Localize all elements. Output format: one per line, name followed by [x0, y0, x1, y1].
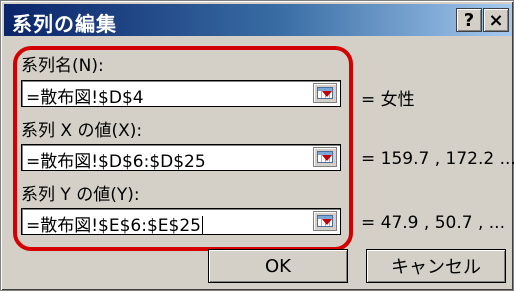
- series-y-field[interactable]: =散布図!$E$6:$E$25: [21, 208, 341, 235]
- series-y-value: =散布図!$E$6:$E$25: [26, 216, 201, 235]
- collapse-arrow-icon: [322, 219, 332, 225]
- collapse-arrow-icon: [322, 155, 332, 161]
- edit-series-dialog: 系列の編集 ? × 系列名(N): =散布図!$D$4 = 女性 系列 X の値…: [0, 0, 514, 291]
- series-x-collapse-button[interactable]: [313, 147, 337, 167]
- series-name-field[interactable]: =散布図!$D$4: [21, 80, 341, 107]
- series-x-label: 系列 X の値(X):: [21, 121, 143, 141]
- title-bar[interactable]: 系列の編集 ? ×: [4, 4, 512, 36]
- help-button[interactable]: ?: [456, 8, 482, 32]
- series-name-preview: = 女性: [361, 90, 415, 110]
- ok-button[interactable]: OK: [208, 249, 348, 283]
- text-caret: [201, 216, 203, 234]
- cancel-button[interactable]: キャンセル: [366, 249, 506, 283]
- close-button[interactable]: ×: [483, 8, 509, 32]
- dialog-title: 系列の編集: [12, 12, 117, 36]
- series-x-preview: = 159.7 , 172.2 ...: [361, 149, 514, 169]
- series-x-value: =散布図!$D$6:$D$25: [26, 152, 206, 171]
- series-x-field[interactable]: =散布図!$D$6:$D$25: [21, 144, 341, 171]
- collapse-arrow-icon: [322, 91, 332, 97]
- series-y-collapse-button[interactable]: [313, 211, 337, 231]
- series-name-label: 系列名(N):: [21, 56, 104, 76]
- series-y-label: 系列 Y の値(Y):: [21, 185, 140, 205]
- series-name-collapse-button[interactable]: [313, 83, 337, 103]
- series-name-value: =散布図!$D$4: [26, 88, 144, 107]
- series-y-preview: = 47.9 , 50.7 , ...: [361, 213, 505, 233]
